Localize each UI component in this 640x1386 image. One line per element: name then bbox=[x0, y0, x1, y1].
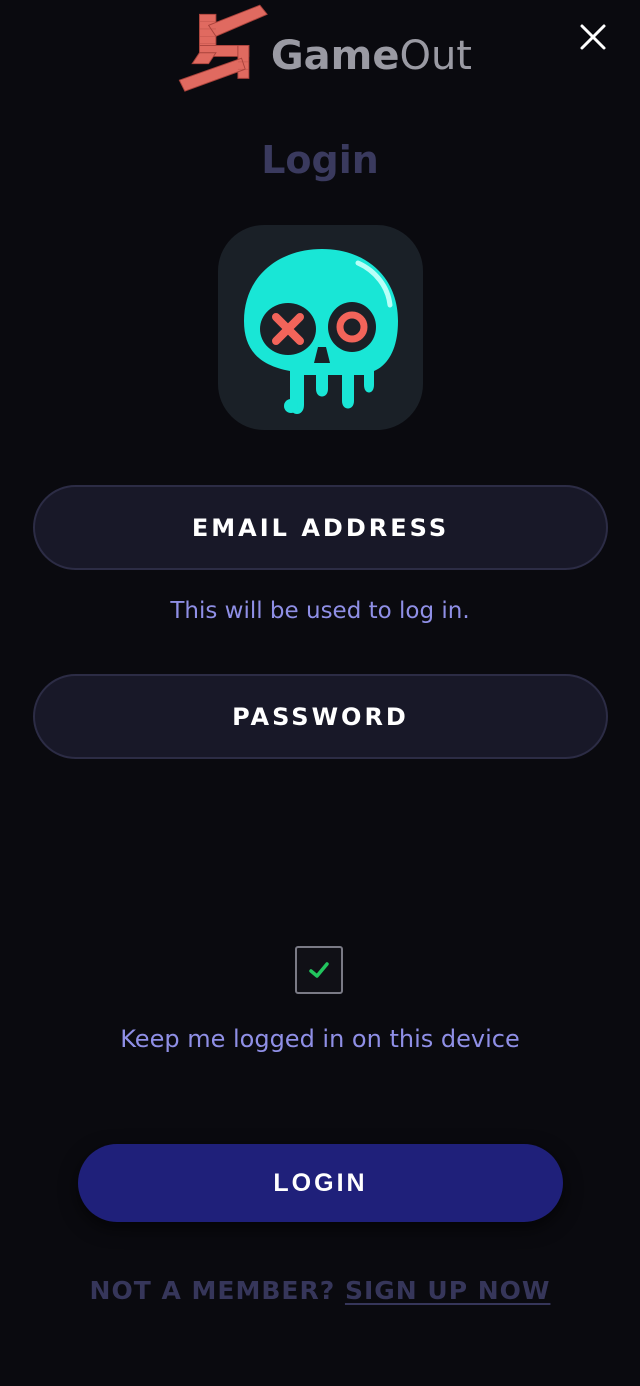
email-input[interactable] bbox=[35, 487, 606, 568]
not-member-text: NOT A MEMBER? bbox=[89, 1276, 336, 1305]
skull-icon bbox=[244, 249, 398, 414]
signup-link[interactable]: SIGN UP NOW bbox=[345, 1276, 551, 1305]
gameout-logo-icon bbox=[178, 4, 268, 92]
email-hint: This will be used to log in. bbox=[170, 598, 470, 624]
password-input[interactable] bbox=[35, 676, 606, 757]
signup-row: NOT A MEMBER? SIGN UP NOW bbox=[0, 1276, 640, 1305]
close-icon bbox=[580, 24, 606, 50]
keep-logged-in-label: Keep me logged in on this device bbox=[120, 1025, 520, 1053]
close-button[interactable] bbox=[576, 20, 610, 54]
password-field[interactable] bbox=[33, 674, 608, 759]
login-screen: GameOut Login EMAIL ADDRESS This will be… bbox=[0, 0, 640, 1386]
email-field[interactable] bbox=[33, 485, 608, 570]
brand-header: GameOut bbox=[172, 0, 472, 100]
brand-name: GameOut bbox=[270, 33, 472, 79]
checkmark-icon bbox=[309, 962, 329, 978]
page-title: Login bbox=[261, 138, 379, 182]
keep-logged-in-checkbox[interactable] bbox=[295, 946, 343, 994]
app-icon bbox=[218, 225, 423, 430]
login-button[interactable]: LOGIN bbox=[78, 1144, 563, 1222]
